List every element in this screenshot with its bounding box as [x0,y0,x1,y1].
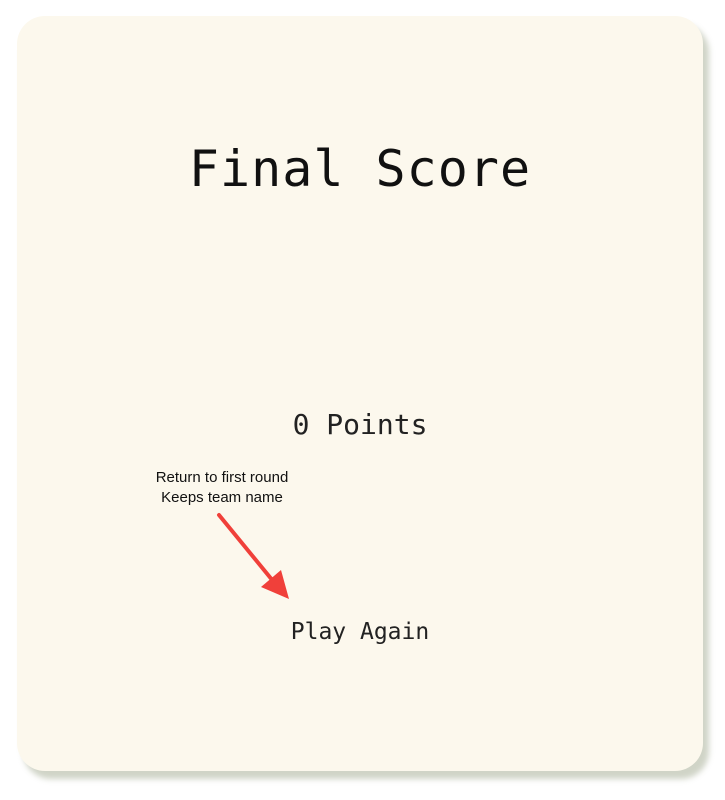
points-display: 0 Points [292,408,428,441]
play-again-button[interactable]: Play Again [277,614,443,650]
annotation-line-2: Keeps team name [161,489,283,506]
annotation-note: Return to first round Keeps team name [127,468,317,508]
annotation-arrow-icon [217,513,289,599]
final-score-card: Final Score 0 Points Return to first rou… [17,16,703,771]
page-title: Final Score [188,140,532,198]
annotation-line-1: Return to first round [155,469,289,486]
arrow-shaft [217,513,275,583]
